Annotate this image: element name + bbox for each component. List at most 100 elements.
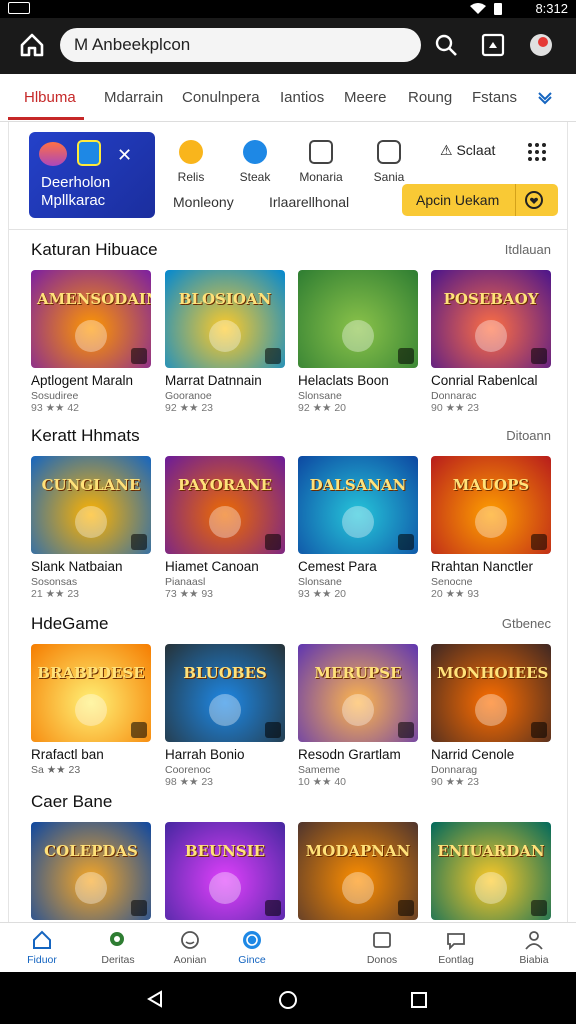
coin-icon — [179, 140, 203, 164]
game-logo-text: MONHOIEES — [437, 664, 549, 682]
see-more-link[interactable]: Itdlauan — [505, 242, 551, 257]
character-figure — [342, 320, 374, 352]
game-card[interactable]: BLUOBES Harrah Bonio Coorenoc 98 ★★ 23 — [165, 644, 285, 788]
game-logo-text: AMENSODAIN — [37, 290, 151, 308]
game-name: Rrafactl ban — [31, 747, 104, 762]
play-badge-icon — [131, 900, 147, 916]
game-card[interactable]: DALSANAN Cemest Para Slonsane 93 ★★ 20 — [298, 456, 418, 600]
quick-action-monaria[interactable]: Monaria — [291, 140, 351, 184]
game-logo-text: BEUNSIE — [184, 842, 266, 860]
game-card[interactable]: BRABPDESE Rrafactl ban Sa ★★ 23 — [31, 644, 151, 776]
recents-icon[interactable] — [410, 991, 428, 1009]
active-tab-indicator — [8, 117, 84, 120]
nav-eontlag[interactable]: Eontlag — [428, 929, 484, 966]
game-logo-text: POSEBAOY — [443, 290, 539, 308]
back-icon[interactable] — [146, 990, 164, 1008]
character-figure — [342, 872, 374, 904]
search-bar[interactable]: M Anbeekplcon — [60, 28, 421, 62]
game-artwork: CUNGLANE — [31, 456, 151, 554]
nav-aonian[interactable]: Aonian — [162, 929, 218, 966]
game-logo-text: COLEPDAS — [44, 842, 138, 860]
game-name: Hiamet Canoan — [165, 559, 259, 574]
bottom-nav: Fiduor Deritas Aonian Gince Donos Eontla… — [0, 922, 576, 972]
featured-panel: ✕ Deerholon Mpllkarac Relis Steak Monari… — [9, 122, 567, 230]
search-icon — [110, 932, 124, 946]
see-more-link[interactable]: Ditoann — [506, 428, 551, 443]
game-card[interactable]: MODAPNAN — [298, 822, 418, 920]
game-card[interactable]: PAYORANE Hiamet Canoan Pianaasl 73 ★★ 93 — [165, 456, 285, 600]
quick-action-steak[interactable]: Steak — [225, 140, 285, 184]
robot-icon — [377, 140, 401, 164]
quick-action-relis[interactable]: Relis — [161, 140, 221, 184]
game-publisher: Gooranoe — [165, 390, 212, 402]
scan-button[interactable]: ⚠ Sclaat — [440, 142, 495, 159]
game-rating: 93 ★★ 20 — [298, 588, 347, 600]
more-tabs-icon[interactable] — [537, 89, 553, 105]
game-rating: 73 ★★ 93 — [165, 588, 214, 600]
game-name: Aptlogent Maraln — [31, 373, 134, 388]
play-badge-icon — [131, 534, 147, 550]
status-bar: 8:312 — [0, 0, 576, 18]
cross-icon: ✕ — [117, 145, 133, 165]
featured-link-irlaarellhonal[interactable]: Irlaarellhonal — [269, 194, 349, 210]
character-figure — [475, 872, 507, 904]
tab-hlbuma[interactable]: Hlbuma — [24, 89, 76, 106]
cast-icon[interactable] — [480, 32, 506, 58]
section-title: Katuran Hibuace — [31, 240, 158, 259]
section-title: Keratt Hhmats — [31, 426, 140, 445]
game-card[interactable]: AMENSODAIN Aptlogent Maraln Sosudiree 93 ★★… — [31, 270, 151, 414]
character-figure — [75, 872, 107, 904]
nav-gince[interactable]: Gince — [224, 929, 280, 966]
install-button[interactable]: Apcin Uekam — [402, 184, 558, 216]
notification-icon — [8, 2, 30, 14]
featured-link-monleony[interactable]: Monleony — [173, 194, 234, 210]
game-publisher: Slonsane — [298, 390, 342, 402]
play-badge-icon — [265, 534, 281, 550]
game-publisher: Donnarag — [431, 764, 478, 776]
game-card[interactable]: BLOSIOAN Marrat Datnnain Gooranoe 92 ★★ 23 — [165, 270, 285, 414]
game-card[interactable]: POSEBAOY Conrial Rabenlcal Donnarac 90 ★★ 2… — [431, 270, 551, 414]
game-logo-text: MERUPSE — [314, 664, 402, 682]
play-badge-icon — [531, 348, 547, 364]
apps-grid-icon[interactable] — [527, 142, 547, 162]
see-more-link[interactable]: Gtbenec — [502, 616, 551, 631]
home-circle-icon[interactable] — [278, 990, 298, 1010]
character-figure — [475, 506, 507, 538]
tab-meere[interactable]: Meere — [344, 89, 387, 106]
search-icon[interactable] — [433, 32, 459, 58]
game-card[interactable]: ENIUARDAN — [431, 822, 551, 920]
play-badge-icon — [265, 348, 281, 364]
divider — [515, 184, 516, 216]
section-title: Caer Bane — [31, 792, 113, 811]
game-artwork: ENIUARDAN — [431, 822, 551, 920]
home-icon[interactable] — [18, 31, 46, 59]
game-name: Narrid Cenole — [431, 747, 515, 762]
game-card[interactable]: COLEPDAS — [31, 822, 151, 920]
game-card[interactable]: Helaclats Boon Slonsane 92 ★★ 20 — [298, 270, 418, 414]
game-card[interactable]: MAUOPS Rrahtan Nanctler Senocne 20 ★★ 93 — [431, 456, 551, 600]
game-card[interactable]: BEUNSIE — [165, 822, 285, 920]
tab-fstans[interactable]: Fstans — [472, 89, 517, 106]
nav-biabia[interactable]: Biabia — [506, 929, 562, 966]
character-figure — [342, 506, 374, 538]
tab-roung[interactable]: Roung — [408, 89, 452, 106]
avatar[interactable] — [528, 32, 554, 58]
game-logo-text: MAUOPS — [452, 476, 530, 494]
game-rating: 93 ★★ 42 — [31, 402, 80, 414]
nav-deritas[interactable]: Deritas — [90, 929, 146, 966]
tab-mdarrain[interactable]: Mdarrain — [104, 89, 163, 106]
quick-action-sania[interactable]: Sania — [359, 140, 419, 184]
nav-fiduor[interactable]: Fiduor — [14, 929, 70, 966]
play-badge-icon — [398, 722, 414, 738]
game-card[interactable]: CUNGLANE Slank Natbaian Sosonsas 21 ★★ 23 — [31, 456, 151, 600]
tab-iantios[interactable]: Iantios — [280, 89, 324, 106]
nav-donos[interactable]: Donos — [354, 929, 410, 966]
character-figure — [209, 320, 241, 352]
game-card[interactable]: MERUPSE Resodn Grartlam Sameme 10 ★★ 40 — [298, 644, 418, 788]
game-card[interactable]: MONHOIEES Narrid Cenole Donnarag 90 ★★ 23 — [431, 644, 551, 788]
game-publisher: Sameme — [298, 764, 341, 776]
game-name: Marrat Datnnain — [165, 373, 262, 388]
promo-banner[interactable]: ✕ Deerholon Mpllkarac — [29, 132, 155, 218]
tab-conulnpera[interactable]: Conulnpera — [182, 89, 260, 106]
character-figure — [75, 320, 107, 352]
